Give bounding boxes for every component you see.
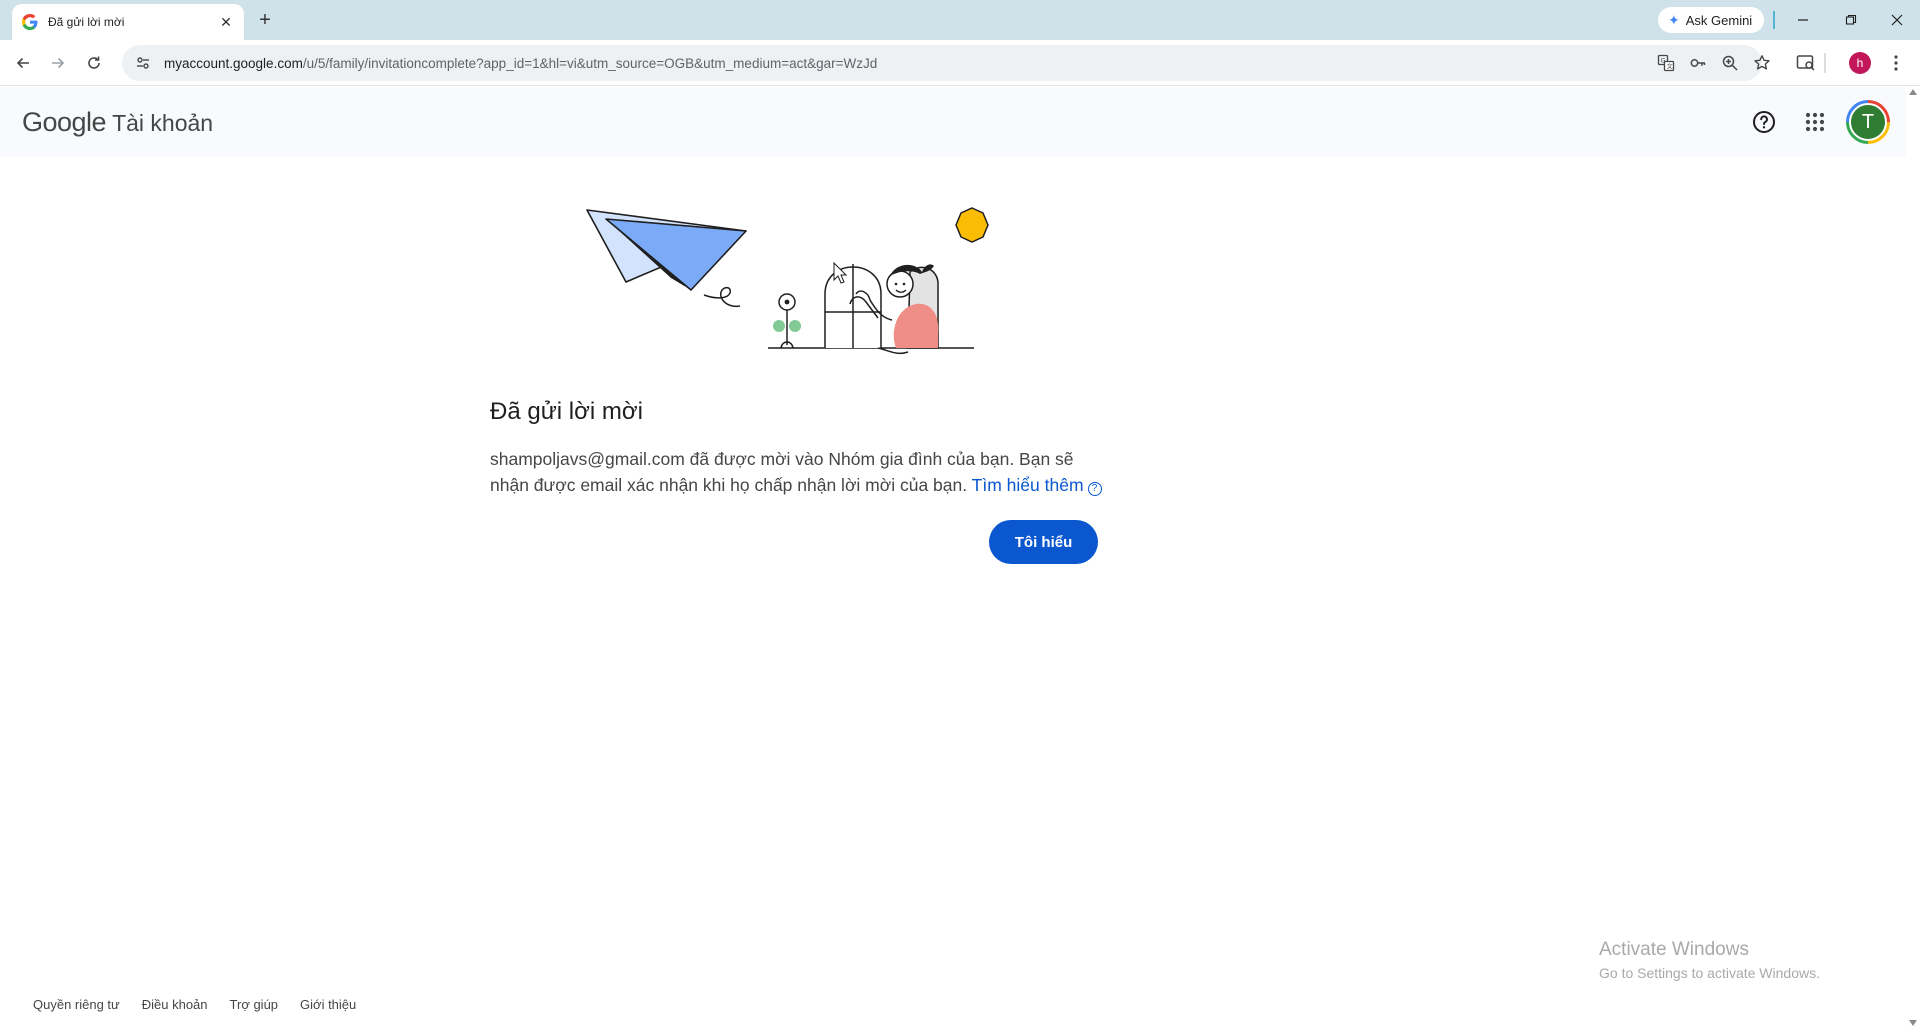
footer-link-terms[interactable]: Điều khoản xyxy=(142,997,208,1012)
scroll-down-arrow-icon[interactable] xyxy=(1909,1020,1917,1026)
learn-more-link[interactable]: Tìm hiểu thêm xyxy=(972,475,1084,495)
account-header: Google Tài khoản T xyxy=(0,87,1906,157)
account-avatar: T xyxy=(1849,103,1887,141)
product-name: Tài khoản xyxy=(112,110,214,136)
google-account-logo[interactable]: Google Tài khoản xyxy=(22,107,213,138)
back-button[interactable] xyxy=(9,49,37,77)
help-circle-icon xyxy=(1753,111,1775,133)
help-button[interactable] xyxy=(1743,101,1785,143)
window-shape xyxy=(824,264,882,348)
google-favicon-icon xyxy=(22,14,38,30)
svg-text:G: G xyxy=(1661,57,1666,65)
got-it-button[interactable]: Tôi hiểu xyxy=(989,520,1098,564)
page-title: Đã gửi lời mời xyxy=(490,398,643,425)
chrome-menu-button[interactable] xyxy=(1881,48,1911,78)
browser-tabstrip: Đã gửi lời mời ✕ + ✦ Ask Gemini xyxy=(0,0,1920,40)
paper-plane-icon xyxy=(586,209,747,308)
watermark-subtitle: Go to Settings to activate Windows. xyxy=(1599,965,1820,981)
restore-icon xyxy=(1845,14,1857,25)
omnibox-actions: G文 xyxy=(1650,45,1778,81)
sun-shape xyxy=(955,207,989,243)
account-avatar-button[interactable]: T xyxy=(1846,100,1890,144)
footer-links: Quyền riêng tư Điều khoản Trợ giúp Giới … xyxy=(33,997,356,1012)
help-small-icon[interactable]: ? xyxy=(1087,482,1102,496)
invitation-message: shampoljavs@gmail.com đã được mời vào Nh… xyxy=(490,446,1110,498)
bookmark-star-icon[interactable] xyxy=(1746,47,1778,79)
flower-icon xyxy=(773,293,801,349)
password-key-icon[interactable] xyxy=(1682,47,1714,79)
close-icon xyxy=(1891,14,1903,26)
svg-text:文: 文 xyxy=(1667,63,1673,71)
more-vertical-icon xyxy=(1894,55,1898,71)
tab-search-icon xyxy=(1796,55,1815,71)
profile-button[interactable]: h xyxy=(1845,48,1875,78)
url-text: myaccount.google.com/u/5/family/invitati… xyxy=(164,56,877,71)
url-host: myaccount.google.com xyxy=(164,55,303,71)
restore-button[interactable] xyxy=(1828,0,1874,40)
minimize-icon xyxy=(1798,19,1808,21)
address-bar[interactable]: myaccount.google.com/u/5/family/invitati… xyxy=(122,45,1770,81)
activate-windows-watermark: Activate Windows Go to Settings to activ… xyxy=(1599,939,1820,981)
new-tab-button[interactable]: + xyxy=(254,9,276,31)
ask-gemini-label: Ask Gemini xyxy=(1685,12,1753,28)
watermark-title: Activate Windows xyxy=(1599,939,1749,960)
reload-icon xyxy=(88,56,100,69)
toolbar-divider xyxy=(1824,53,1826,73)
google-apps-button[interactable] xyxy=(1794,101,1836,143)
browser-tab[interactable]: Đã gửi lời mời ✕ xyxy=(12,4,244,40)
browser-toolbar: myaccount.google.com/u/5/family/invitati… xyxy=(0,40,1920,86)
zoom-icon[interactable] xyxy=(1714,47,1746,79)
footer-link-help[interactable]: Trợ giúp xyxy=(230,997,279,1012)
translate-icon[interactable]: G文 xyxy=(1650,47,1682,79)
tab-title: Đã gửi lời mời xyxy=(48,15,125,29)
arrow-left-icon xyxy=(16,57,29,69)
scroll-up-arrow-icon[interactable] xyxy=(1909,89,1917,95)
apps-grid-icon xyxy=(1805,112,1825,132)
reload-button[interactable] xyxy=(80,49,108,77)
google-wordmark: Google xyxy=(22,107,107,137)
url-path: /u/5/family/invitationcomplete?app_id=1&… xyxy=(302,55,878,71)
tab-close-icon[interactable]: ✕ xyxy=(218,14,234,30)
footer-link-about[interactable]: Giới thiệu xyxy=(300,997,356,1012)
invitation-sent-illustration xyxy=(586,207,989,355)
profile-avatar: h xyxy=(1849,52,1871,74)
tab-search-button[interactable] xyxy=(1791,48,1821,78)
gemini-sparkle-icon: ✦ xyxy=(1668,11,1680,28)
ask-gemini-button[interactable]: ✦ Ask Gemini xyxy=(1658,7,1765,33)
minimize-button[interactable] xyxy=(1780,0,1826,40)
site-settings-icon[interactable] xyxy=(134,54,152,72)
close-window-button[interactable] xyxy=(1874,0,1920,40)
tabstrip-divider xyxy=(1773,11,1775,29)
forward-button[interactable] xyxy=(44,49,72,77)
footer-link-privacy[interactable]: Quyền riêng tư xyxy=(33,997,120,1012)
page-scrollbar[interactable] xyxy=(1906,87,1920,1032)
arrow-right-icon xyxy=(52,57,65,69)
